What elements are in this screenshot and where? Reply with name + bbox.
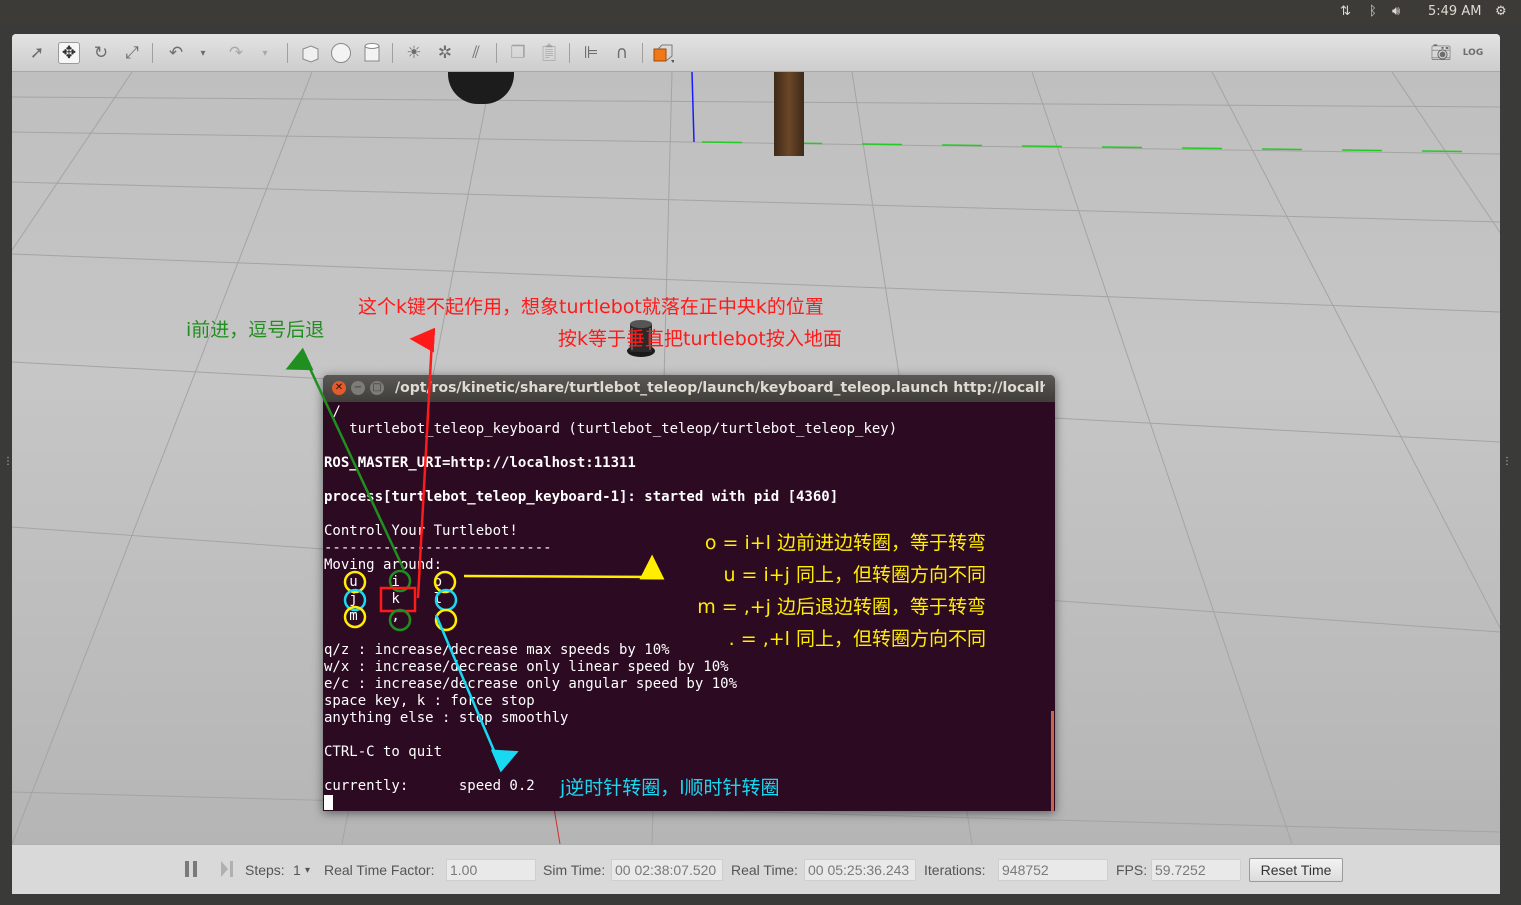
terminal-line: e/c : increase/decrease only angular spe… <box>324 676 738 692</box>
network-arrows-icon[interactable]: ⇅ <box>1340 4 1351 19</box>
undo-dropdown-icon[interactable]: ▾ <box>196 42 210 64</box>
select-arrow-icon[interactable]: ➚ <box>26 42 48 64</box>
sim-time-value: 00 02:38:07.520 <box>611 859 723 881</box>
top-panel: ⇅ ᛒ 🔊︎ 5:49 AM ⚙ <box>0 0 1521 24</box>
rotate-icon[interactable]: ↻ <box>90 42 112 64</box>
bluetooth-icon[interactable]: ᛒ <box>1369 4 1377 19</box>
reset-time-button[interactable]: Reset Time <box>1249 858 1343 882</box>
step-icon[interactable] <box>220 860 234 878</box>
view-angle-icon[interactable] <box>652 42 674 64</box>
wooden-post-object[interactable] <box>774 72 804 156</box>
screenshot-camera-icon[interactable]: 📷︎ <box>1430 42 1452 64</box>
steps-label: Steps: <box>245 862 285 878</box>
annotation-yellow-1: o = i+l 边前进边转圈，等于转弯 <box>704 532 986 554</box>
iterations-value: 948752 <box>998 859 1108 881</box>
real-time-factor-label: Real Time Factor: <box>324 862 435 878</box>
terminal-line: Control Your Turtlebot! <box>324 523 518 539</box>
terminal-line: turtlebot_teleop_keyboard (turtlebot_tel… <box>324 421 898 437</box>
volume-icon[interactable]: 🔊︎ <box>1392 4 1400 19</box>
annotation-red-line2: 按k等于垂直把turtlebot按入地面 <box>558 328 842 350</box>
terminal-line: process[turtlebot_teleop_keyboard-1]: st… <box>324 489 839 505</box>
terminal-line: u i o <box>324 574 443 590</box>
fps-label: FPS: <box>1116 862 1148 878</box>
maximize-icon[interactable]: □ <box>370 381 384 395</box>
close-icon[interactable]: ✕ <box>332 381 346 395</box>
terminal-scrollbar[interactable] <box>1051 711 1054 811</box>
annotation-yellow-2: u = i+j 同上，但转圈方向不同 <box>723 564 986 586</box>
redo-dropdown-icon[interactable]: ▾ <box>258 42 272 64</box>
terminal-line: ROS_MASTER_URI=http://localhost:11311 <box>324 455 636 471</box>
toolbar: ➚ ✥ ↻ ⤢ ↶ ▾ ↷ ▾ ☀ ✲ ⫽ ❐ 📋︎ ⊫ ∩ 📷︎ LOG <box>12 34 1500 72</box>
terminal-title: /opt/ros/kinetic/share/turtlebot_teleop/… <box>395 380 1045 396</box>
annotation-yellow-3: m = ,+j 边后退边转圈，等于转弯 <box>697 596 986 618</box>
annotation-cyan: j逆时针转圈，l顺时针转圈 <box>560 777 780 799</box>
toolbar-separator <box>569 43 570 63</box>
snap-icon[interactable]: ∩ <box>611 42 633 64</box>
chevron-down-icon[interactable]: ▾ <box>305 865 310 876</box>
redo-icon[interactable]: ↷ <box>225 42 247 64</box>
pause-icon[interactable] <box>184 860 198 878</box>
align-icon[interactable]: ⊫ <box>580 42 602 64</box>
point-light-icon[interactable]: ☀ <box>403 42 425 64</box>
right-dock-handle[interactable]: ⋮ <box>1502 457 1512 467</box>
terminal-line: / <box>324 404 341 420</box>
sphere-shape-icon[interactable] <box>330 42 352 64</box>
scale-icon[interactable]: ⤢ <box>121 42 143 64</box>
left-dock-handle[interactable]: ⋮ <box>3 457 13 467</box>
cylinder-shape-icon[interactable] <box>361 42 383 64</box>
terminal-line: j k l <box>324 591 443 607</box>
settings-gear-icon[interactable]: ⚙ <box>1495 4 1507 19</box>
terminal-line: Moving around: <box>324 557 443 573</box>
terminal-line: w/x : increase/decrease only linear spee… <box>324 659 729 675</box>
terminal-line: CTRL-C to quit <box>324 744 443 760</box>
toolbar-separator <box>642 43 643 63</box>
terminal-line: currently: speed 0.2 <box>324 778 535 794</box>
terminal-line: space key, k : force stop <box>324 693 535 709</box>
real-time-label: Real Time: <box>731 862 798 878</box>
directional-light-icon[interactable]: ⫽ <box>465 42 487 64</box>
annotation-red-line1: 这个k键不起作用，想象turtlebot就落在正中央k的位置 <box>358 296 824 318</box>
toolbar-separator <box>152 43 153 63</box>
toolbar-separator <box>392 43 393 63</box>
copy-icon[interactable]: ❐ <box>507 42 529 64</box>
minimize-icon[interactable]: − <box>351 381 365 395</box>
translate-icon[interactable]: ✥ <box>58 42 80 64</box>
terminal-line: anything else : stop smoothly <box>324 710 569 726</box>
bottom-bar: Steps: 1 ▾ Real Time Factor: 1.00 Sim Ti… <box>12 844 1500 894</box>
undo-icon[interactable]: ↶ <box>165 42 187 64</box>
sim-time-label: Sim Time: <box>543 862 606 878</box>
paste-icon[interactable]: 📋︎ <box>538 42 560 64</box>
annotation-green: i前进，逗号后退 <box>186 319 325 341</box>
terminal-line: --------------------------- <box>324 540 552 556</box>
box-shape-icon[interactable] <box>299 42 321 64</box>
real-time-factor-value: 1.00 <box>446 859 536 881</box>
steps-spinbox[interactable]: 1 <box>293 862 301 878</box>
toolbar-separator <box>496 43 497 63</box>
spot-light-icon[interactable]: ✲ <box>434 42 456 64</box>
annotation-yellow-4: . = ,+l 同上，但转圈方向不同 <box>728 628 986 650</box>
terminal-line: m , . <box>324 608 443 624</box>
iterations-label: Iterations: <box>924 862 986 878</box>
terminal-cursor <box>324 795 333 810</box>
fps-value: 59.7252 <box>1151 859 1241 881</box>
toolbar-separator <box>287 43 288 63</box>
clock[interactable]: 5:49 AM <box>1428 4 1481 19</box>
real-time-value: 00 05:25:36.243 <box>804 859 916 881</box>
terminal-titlebar[interactable]: ✕ − □ /opt/ros/kinetic/share/turtlebot_t… <box>323 375 1055 402</box>
terminal-line: q/z : increase/decrease max speeds by 10… <box>324 642 670 658</box>
log-icon[interactable]: LOG <box>1462 42 1484 64</box>
